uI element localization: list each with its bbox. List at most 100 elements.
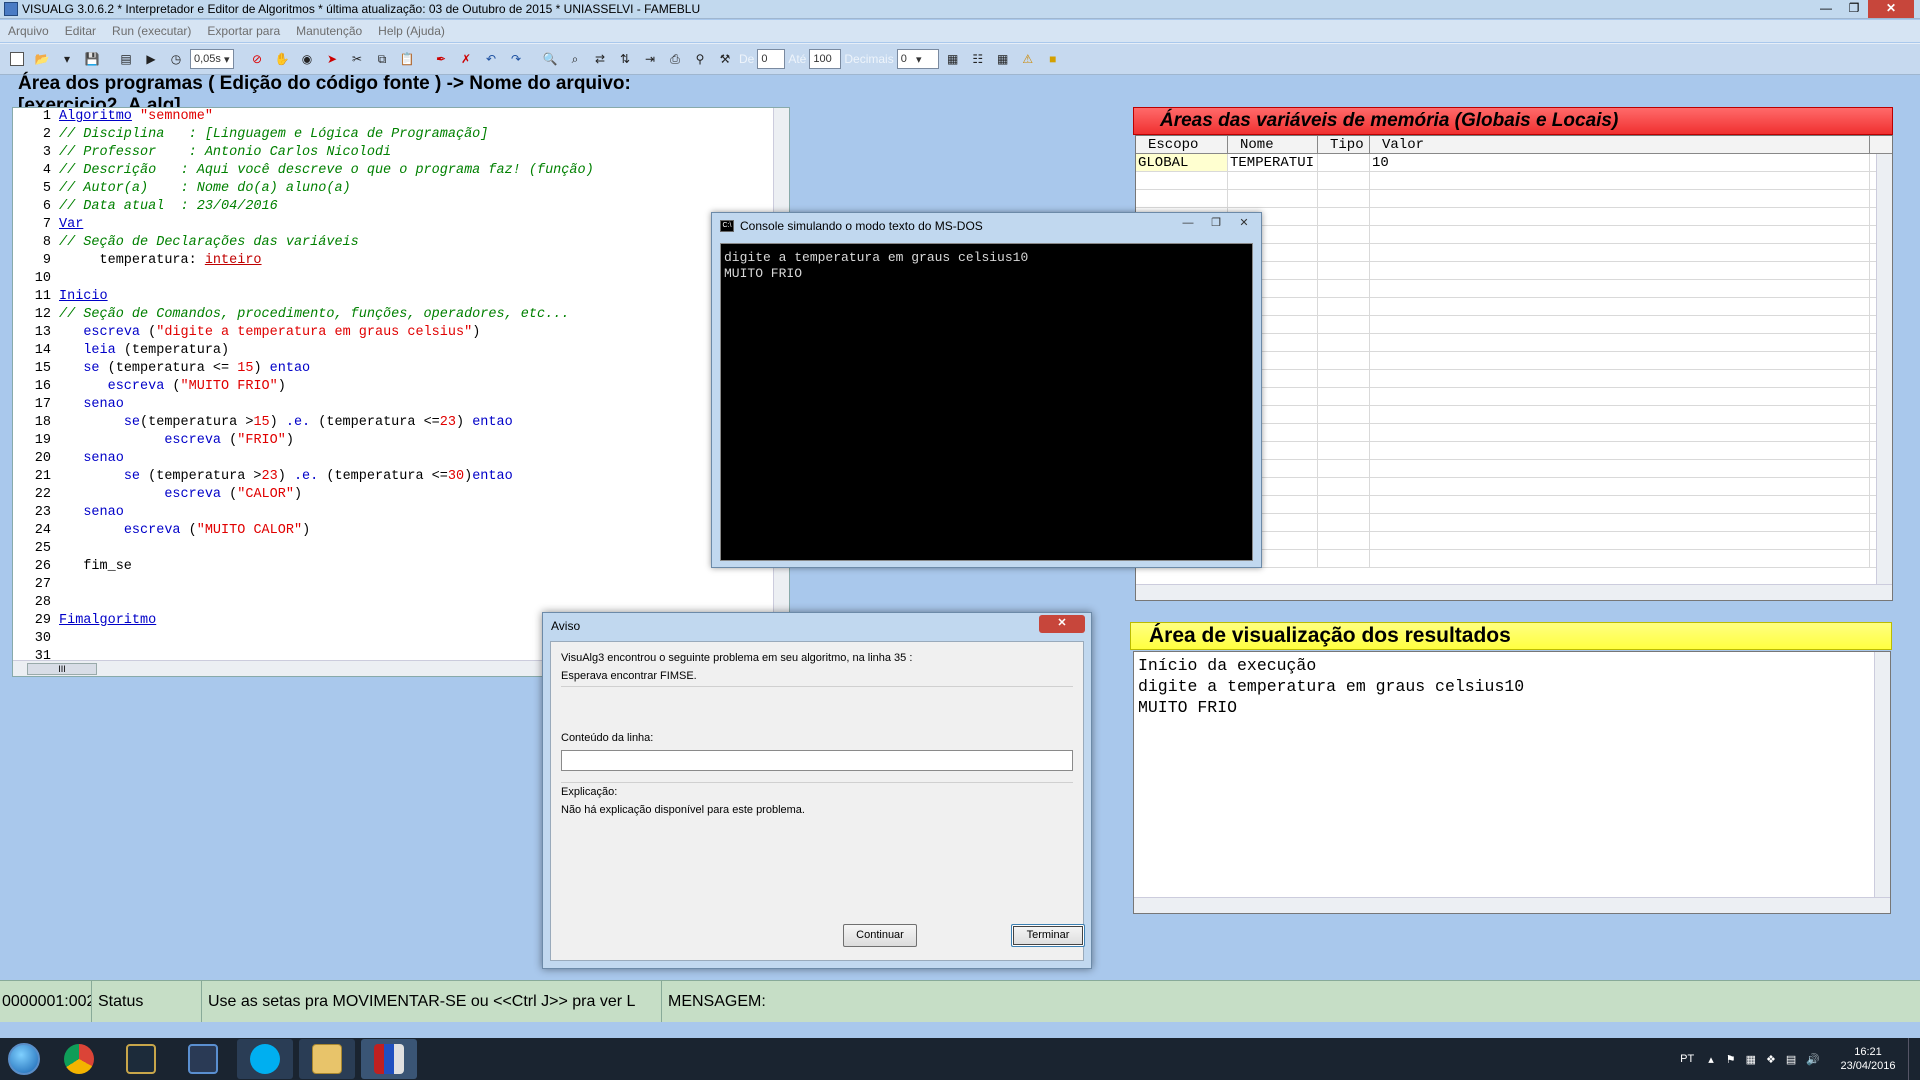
decimais-select[interactable]: 0 ▾ bbox=[896, 49, 939, 69]
paste-icon[interactable]: 📋 bbox=[396, 48, 418, 70]
console-screen[interactable]: digite a temperatura em graus celsius10 … bbox=[720, 243, 1253, 561]
hand-icon[interactable]: ✋ bbox=[271, 48, 293, 70]
cut-icon[interactable]: ✂ bbox=[346, 48, 368, 70]
find-icon[interactable]: 🔍 bbox=[539, 48, 561, 70]
de-input[interactable]: 0 bbox=[757, 49, 786, 69]
undo-icon[interactable]: ↶ bbox=[480, 48, 502, 70]
code-line[interactable]: 19 escreva ("FRIO") bbox=[13, 432, 789, 450]
ate-input[interactable]: 100 bbox=[809, 49, 842, 69]
code-line[interactable]: 21 se (temperatura >23) .e. (temperatura… bbox=[13, 468, 789, 486]
terminate-button[interactable]: Terminar bbox=[1011, 924, 1085, 947]
taskbar-visualg[interactable] bbox=[361, 1039, 417, 1079]
code-line[interactable]: 8 // Seção de Declarações das variáveis bbox=[13, 234, 789, 252]
replace-icon[interactable]: ⇄ bbox=[589, 48, 611, 70]
restore-icon[interactable]: ❐ bbox=[1840, 0, 1868, 18]
code-line[interactable]: 14 leia (temperatura) bbox=[13, 342, 789, 360]
code-editor[interactable]: 1 Algoritmo "semnome" 2 // Disciplina : [Li… bbox=[12, 107, 790, 677]
code-line[interactable]: 26 fim_se bbox=[13, 558, 789, 576]
help-book-icon[interactable]: ■ bbox=[1042, 48, 1064, 70]
code-line[interactable]: 7 Var bbox=[13, 216, 789, 234]
language-indicator[interactable]: PT bbox=[1680, 1053, 1694, 1065]
windows-update-icon[interactable]: ▦ bbox=[1746, 1053, 1756, 1066]
code-line[interactable]: 27 bbox=[13, 576, 789, 594]
insert-icon[interactable]: ✒ bbox=[430, 48, 452, 70]
taskbar-chrome[interactable] bbox=[51, 1039, 107, 1079]
continue-button[interactable]: Continuar bbox=[843, 924, 917, 947]
tools-icon[interactable]: ⚒ bbox=[714, 48, 736, 70]
results-vertical-scrollbar[interactable] bbox=[1874, 652, 1890, 897]
delete-icon[interactable]: ✗ bbox=[455, 48, 477, 70]
alert-icon[interactable]: ⚠ bbox=[1017, 48, 1039, 70]
menu-editar[interactable]: Editar bbox=[57, 24, 104, 38]
code-line[interactable]: 16 escreva ("MUITO FRIO") bbox=[13, 378, 789, 396]
results-horizontal-scrollbar[interactable] bbox=[1134, 897, 1890, 913]
indent-icon[interactable]: ⇥ bbox=[639, 48, 661, 70]
code-line[interactable]: 15 se (temperatura <= 15) entao bbox=[13, 360, 789, 378]
code-line[interactable]: 24 escreva ("MUITO CALOR") bbox=[13, 522, 789, 540]
code-line[interactable]: 28 bbox=[13, 594, 789, 612]
volume-icon[interactable]: 🔊 bbox=[1806, 1053, 1820, 1066]
code-line[interactable]: 13 escreva ("digite a temperatura em gra… bbox=[13, 324, 789, 342]
step-icon[interactable]: ➤ bbox=[321, 48, 343, 70]
copy-icon[interactable]: ⧉ bbox=[371, 48, 393, 70]
taskbar-league[interactable] bbox=[113, 1039, 169, 1079]
calc-icon[interactable]: ▦ bbox=[942, 48, 964, 70]
timer-icon[interactable]: ◷ bbox=[165, 48, 187, 70]
code-line[interactable]: 9 temperatura: inteiro bbox=[13, 252, 789, 270]
breakpoint-icon[interactable]: ◉ bbox=[296, 48, 318, 70]
code-line[interactable]: 20 senao bbox=[13, 450, 789, 468]
start-button[interactable] bbox=[0, 1039, 48, 1079]
code-line[interactable]: 10 bbox=[13, 270, 789, 288]
code-line[interactable]: 6 // Data atual : 23/04/2016 bbox=[13, 198, 789, 216]
code-line[interactable]: 22 escreva ("CALOR") bbox=[13, 486, 789, 504]
console-minimize-icon[interactable]: — bbox=[1175, 215, 1201, 233]
variables-vertical-scrollbar[interactable] bbox=[1876, 154, 1892, 584]
speed-select[interactable]: 0,05s ▾ bbox=[190, 49, 234, 69]
results-output[interactable]: Início da execução digite a temperatura … bbox=[1133, 651, 1891, 914]
run-icon[interactable]: ▶ bbox=[140, 48, 162, 70]
console-restore-icon[interactable]: ❐ bbox=[1203, 215, 1229, 233]
save-icon[interactable]: 💾 bbox=[81, 48, 103, 70]
code-line[interactable]: 23 senao bbox=[13, 504, 789, 522]
content-field[interactable] bbox=[561, 750, 1073, 771]
tray-arrow-icon[interactable]: ▴ bbox=[1708, 1053, 1714, 1066]
dropbox-icon[interactable]: ❖ bbox=[1766, 1053, 1776, 1066]
table-icon[interactable]: ▦ bbox=[992, 48, 1014, 70]
code-line[interactable]: 1 Algoritmo "semnome" bbox=[13, 108, 789, 126]
code-line[interactable]: 4 // Descrição : Aqui você descreve o que… bbox=[13, 162, 789, 180]
code-line[interactable]: 18 se(temperatura >15) .e. (temperatura … bbox=[13, 414, 789, 432]
editor-scroll-thumb[interactable]: III bbox=[27, 663, 97, 675]
find-next-icon[interactable]: ⌕ bbox=[564, 48, 586, 70]
stop-icon[interactable]: ⊘ bbox=[246, 48, 268, 70]
zoom-icon[interactable]: ⚲ bbox=[689, 48, 711, 70]
print-preview-icon[interactable]: ▤ bbox=[115, 48, 137, 70]
open-file-icon[interactable]: 📂 bbox=[31, 48, 53, 70]
code-line[interactable]: 5 // Autor(a) : Nome do(a) aluno(a) bbox=[13, 180, 789, 198]
redo-icon[interactable]: ↷ bbox=[505, 48, 527, 70]
taskbar-explorer[interactable] bbox=[299, 1039, 355, 1079]
code-line[interactable]: 3 // Professor : Antonio Carlos Nicolodi bbox=[13, 144, 789, 162]
taskbar-skype[interactable] bbox=[237, 1039, 293, 1079]
taskbar-visual-studio[interactable] bbox=[175, 1039, 231, 1079]
table-row[interactable]: GLOBAL TEMPERATUI 10 bbox=[1136, 154, 1892, 172]
show-desktop-button[interactable] bbox=[1908, 1038, 1920, 1080]
code-line[interactable]: 11 Inicio bbox=[13, 288, 789, 306]
new-file-icon[interactable] bbox=[6, 48, 28, 70]
console-close-icon[interactable]: ✕ bbox=[1231, 215, 1257, 233]
code-line[interactable]: 2 // Disciplina : [Linguagem e Lógica de … bbox=[13, 126, 789, 144]
minimize-icon[interactable]: — bbox=[1812, 0, 1840, 18]
calculator-icon[interactable]: ☷ bbox=[967, 48, 989, 70]
close-icon[interactable]: ✕ bbox=[1868, 0, 1914, 18]
menu-manutencao[interactable]: Manutenção bbox=[288, 24, 370, 38]
warning-dialog[interactable]: Aviso ✕ VisuAlg3 encontrou o seguinte pr… bbox=[542, 612, 1092, 969]
menu-arquivo[interactable]: Arquivo bbox=[0, 24, 57, 38]
menu-help[interactable]: Help (Ajuda) bbox=[370, 24, 453, 38]
menu-exportar[interactable]: Exportar para bbox=[199, 24, 288, 38]
clock[interactable]: 16:21 23/04/2016 bbox=[1828, 1045, 1908, 1073]
dialog-close-icon[interactable]: ✕ bbox=[1039, 615, 1085, 633]
flag-icon[interactable]: ⚑ bbox=[1726, 1053, 1736, 1066]
open-dropdown-icon[interactable]: ▾ bbox=[56, 48, 78, 70]
printer-icon[interactable]: ⎙ bbox=[664, 48, 686, 70]
console-window[interactable]: C:\ Console simulando o modo texto do MS… bbox=[711, 212, 1262, 568]
code-line[interactable]: 17 senao bbox=[13, 396, 789, 414]
